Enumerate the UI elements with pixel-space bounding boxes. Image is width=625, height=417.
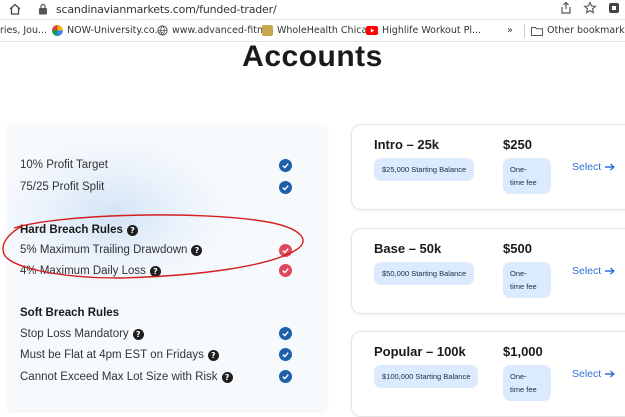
help-icon[interactable]: ? (207, 349, 219, 361)
fee-line: time fee (510, 282, 537, 291)
url-text[interactable]: scandinavianmarkets.com/funded-trader/ (56, 3, 277, 16)
bookmark-item[interactable]: NOW-University.co... (52, 25, 164, 36)
bookmark-star-icon[interactable] (583, 1, 597, 15)
bookmarks-overflow[interactable]: » (507, 25, 513, 36)
balance-badge: $100,000 Starting Balance (374, 365, 479, 388)
bookmark-label: Other bookmarks (547, 25, 625, 36)
plan-price: $1,000 (503, 344, 543, 359)
home-icon[interactable] (8, 2, 22, 16)
arrow-right-icon (605, 267, 616, 275)
feature-row: Stop Loss Mandatory ? (20, 328, 144, 340)
share-icon[interactable] (559, 1, 573, 15)
feature-row: 75/25 Profit Split (20, 181, 104, 193)
bookmark-label: Highlife Workout Pl... (382, 25, 482, 36)
select-label: Select (572, 265, 602, 277)
plan-card-base: Base – 50k $50,000 Starting Balance $500… (351, 228, 625, 314)
check-icon (279, 327, 292, 340)
select-label: Select (572, 368, 602, 380)
check-icon (279, 370, 292, 383)
help-icon[interactable]: ? (191, 244, 203, 256)
features-panel: 10% Profit Target 75/25 Profit Split Har… (8, 125, 326, 410)
fee-badge: One- time fee (503, 365, 551, 401)
page-title: Accounts (242, 40, 383, 73)
bookmark-label: ries, Jou... (0, 25, 48, 36)
plan-name: Intro – 25k (374, 137, 440, 152)
arrow-right-icon (605, 163, 616, 171)
bookmarks-divider (524, 24, 525, 38)
help-icon[interactable]: ? (149, 265, 161, 277)
fee-badge: One- time fee (503, 262, 551, 298)
feature-row: 5% Maximum Trailing Drawdown ? (20, 244, 203, 256)
feature-label: 10% Profit Target (20, 159, 109, 171)
feature-row: Cannot Exceed Max Lot Size with Risk ? (20, 371, 233, 383)
feature-label: Must be Flat at 4pm EST on Fridays (20, 349, 204, 361)
balance-badge: $25,000 Starting Balance (374, 158, 475, 181)
plan-name: Popular – 100k (374, 344, 466, 359)
hard-breach-heading: Hard Breach Rules ? (20, 224, 138, 236)
bookmark-item[interactable]: Highlife Workout Pl... (366, 25, 481, 36)
extension-icon[interactable] (607, 1, 621, 15)
help-icon[interactable]: ? (132, 328, 144, 340)
fee-line: time fee (510, 385, 537, 394)
feature-label: 75/25 Profit Split (20, 181, 105, 193)
plan-price: $250 (503, 137, 532, 152)
section-heading: Soft Breach Rules (20, 307, 120, 319)
wholehealth-icon (262, 25, 273, 36)
select-intro-link[interactable]: Select (572, 161, 616, 173)
bookmark-label: www.advanced-fitn... (172, 25, 273, 36)
youtube-icon (366, 26, 378, 35)
globe-icon (157, 25, 168, 36)
select-base-link[interactable]: Select (572, 265, 616, 277)
check-icon (279, 181, 292, 194)
bookmark-label: WholeHealth Chica... (277, 25, 377, 36)
other-bookmarks[interactable]: Other bookmarks (531, 25, 625, 36)
plan-price: $500 (503, 241, 532, 256)
fee-badge: One- time fee (503, 158, 551, 194)
feature-row: 10% Profit Target (20, 159, 108, 171)
feature-label: 5% Maximum Trailing Drawdown (20, 244, 188, 256)
overflow-chevron-icon: » (507, 25, 513, 36)
plan-card-popular: Popular – 100k $100,000 Starting Balance… (351, 331, 625, 417)
folder-icon (531, 26, 543, 36)
bookmark-label: NOW-University.co... (67, 25, 164, 36)
bookmarks-bar: ries, Jou... NOW-University.co... www.ad… (0, 20, 625, 42)
fee-line: One- (510, 372, 527, 381)
check-icon (279, 244, 292, 257)
check-icon (279, 264, 292, 277)
fee-line: time fee (510, 178, 537, 187)
help-icon[interactable]: ? (221, 371, 233, 383)
bookmark-item[interactable]: WholeHealth Chica... (262, 25, 376, 36)
select-label: Select (572, 161, 602, 173)
check-icon (279, 159, 292, 172)
section-heading: Hard Breach Rules (20, 224, 123, 236)
feature-label: Stop Loss Mandatory (20, 328, 129, 340)
bookmark-item[interactable]: www.advanced-fitn... (157, 25, 272, 36)
feature-row: Must be Flat at 4pm EST on Fridays ? (20, 349, 219, 361)
plan-card-intro: Intro – 25k $25,000 Starting Balance $25… (351, 124, 625, 210)
help-icon[interactable]: ? (126, 224, 138, 236)
check-icon (279, 348, 292, 361)
lock-icon[interactable] (38, 3, 48, 15)
fee-line: One- (510, 165, 527, 174)
feature-label: 4% Maximum Daily Loss (20, 265, 146, 277)
browser-actions (559, 1, 621, 15)
feature-label: Cannot Exceed Max Lot Size with Risk (20, 371, 218, 383)
arrow-right-icon (605, 370, 616, 378)
fee-line: One- (510, 269, 527, 278)
balance-badge: $50,000 Starting Balance (374, 262, 475, 285)
address-bar: scandinavianmarkets.com/funded-trader/ (0, 0, 625, 20)
feature-row: 4% Maximum Daily Loss ? (20, 265, 161, 277)
plan-name: Base – 50k (374, 241, 442, 256)
select-popular-link[interactable]: Select (572, 368, 616, 380)
soft-breach-heading: Soft Breach Rules (20, 307, 119, 319)
now-university-icon (52, 25, 63, 36)
bookmark-item[interactable]: ries, Jou... (0, 25, 47, 36)
